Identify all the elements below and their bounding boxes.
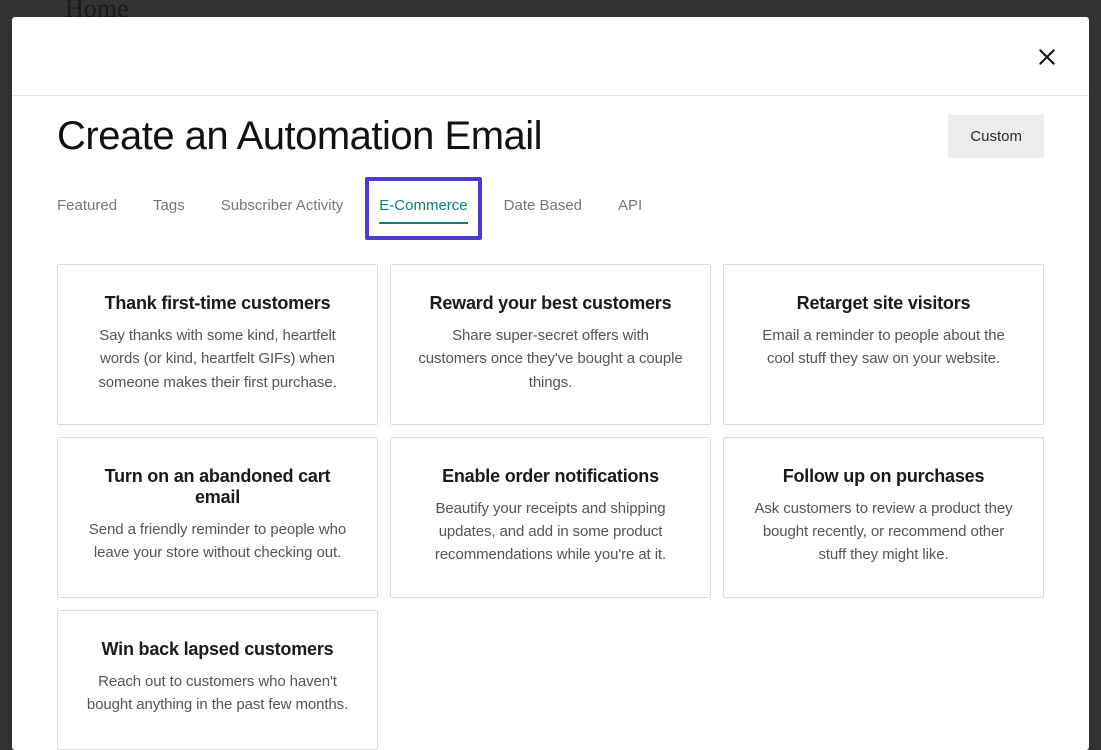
card-desc: Say thanks with some kind, heartfelt wor… [84,324,351,394]
tab-featured[interactable]: Featured [57,197,117,222]
card-follow-up[interactable]: Follow up on purchases Ask customers to … [723,437,1044,598]
modal-body: Create an Automation Email Custom Featur… [12,96,1089,750]
card-title: Win back lapsed customers [84,639,351,660]
tab-ecommerce[interactable]: E-Commerce [379,197,467,222]
card-title: Enable order notifications [417,466,684,487]
close-icon [1037,47,1057,67]
tab-tags[interactable]: Tags [153,197,185,222]
tab-subscriber-activity[interactable]: Subscriber Activity [221,197,344,222]
card-title: Follow up on purchases [750,466,1017,487]
tabs: Featured Tags Subscriber Activity E-Comm… [57,197,1044,222]
card-desc: Beautify your receipts and shipping upda… [417,497,684,567]
modal-topbar [12,17,1089,96]
tab-date-based[interactable]: Date Based [504,197,582,222]
card-abandoned-cart[interactable]: Turn on an abandoned cart email Send a f… [57,437,378,598]
card-order-notifications[interactable]: Enable order notifications Beautify your… [390,437,711,598]
card-title: Thank first-time customers [84,293,351,314]
cards-grid: Thank first-time customers Say thanks wi… [57,264,1044,750]
card-desc: Email a reminder to people about the coo… [750,324,1017,371]
card-title: Turn on an abandoned cart email [84,466,351,508]
tabs-wrapper: Featured Tags Subscriber Activity E-Comm… [57,197,1044,222]
tab-api[interactable]: API [618,197,642,222]
card-desc: Ask customers to review a product they b… [750,497,1017,567]
card-desc: Send a friendly reminder to people who l… [84,518,351,565]
card-desc: Reach out to customers who haven't bough… [84,670,351,717]
card-desc: Share super-secret offers with customers… [417,324,684,394]
card-reward-best[interactable]: Reward your best customers Share super-s… [390,264,711,425]
card-retarget[interactable]: Retarget site visitors Email a reminder … [723,264,1044,425]
close-button[interactable] [1035,45,1059,69]
card-win-back[interactable]: Win back lapsed customers Reach out to c… [57,610,378,750]
card-thank-first-time[interactable]: Thank first-time customers Say thanks wi… [57,264,378,425]
modal-header-row: Create an Automation Email Custom [57,96,1044,159]
card-title: Reward your best customers [417,293,684,314]
page-title: Create an Automation Email [57,114,542,159]
card-title: Retarget site visitors [750,293,1017,314]
automation-modal: Create an Automation Email Custom Featur… [12,17,1089,750]
custom-button[interactable]: Custom [948,115,1044,158]
